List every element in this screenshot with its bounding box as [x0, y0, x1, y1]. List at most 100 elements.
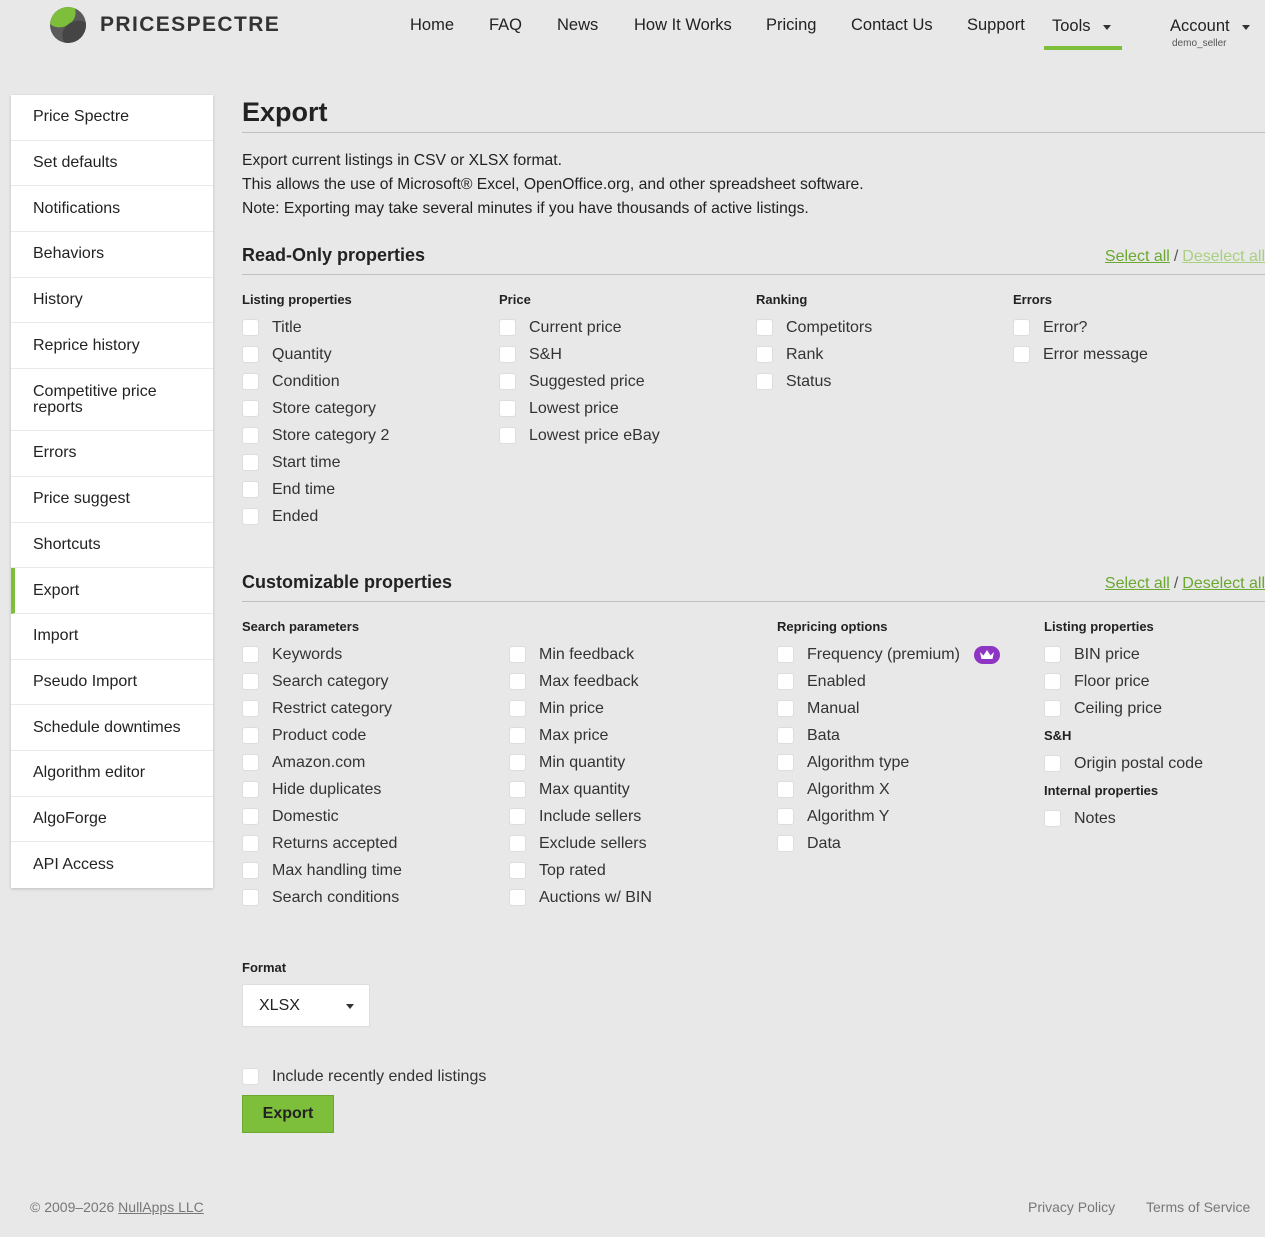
search-checkbox-max-handling-time[interactable]: Max handling time: [242, 857, 402, 884]
readonly-listing-checkbox-condition[interactable]: Condition: [242, 368, 389, 395]
checkbox[interactable]: [242, 700, 259, 717]
checkbox[interactable]: [242, 1068, 259, 1085]
checkbox[interactable]: [499, 346, 516, 363]
checkbox[interactable]: [777, 727, 794, 744]
sidebar-item-export[interactable]: Export: [11, 568, 213, 614]
repricing-checkbox-frequency-premium[interactable]: Frequency (premium): [777, 641, 1000, 668]
custom-deselect-all-link[interactable]: Deselect all: [1182, 575, 1265, 592]
nav-home[interactable]: Home: [410, 16, 454, 35]
checkbox[interactable]: [499, 319, 516, 336]
custom-listing-checkbox-ceiling-price[interactable]: Ceiling price: [1044, 695, 1203, 722]
sh-checkbox-origin-postal-code[interactable]: Origin postal code: [1044, 750, 1203, 777]
checkbox[interactable]: [509, 781, 526, 798]
sidebar-item-set-defaults[interactable]: Set defaults: [11, 141, 213, 187]
checkbox[interactable]: [242, 646, 259, 663]
checkbox[interactable]: [756, 373, 773, 390]
include-recently-ended-checkbox-row[interactable]: Include recently ended listings: [242, 1063, 486, 1090]
search-checkbox-search-conditions[interactable]: Search conditions: [242, 884, 402, 911]
repricing-checkbox-manual[interactable]: Manual: [777, 695, 1000, 722]
repricing-checkbox-bata[interactable]: Bata: [777, 722, 1000, 749]
custom-listing-checkbox-floor-price[interactable]: Floor price: [1044, 668, 1203, 695]
search-checkbox-min-feedback[interactable]: Min feedback: [509, 641, 652, 668]
checkbox[interactable]: [509, 862, 526, 879]
checkbox[interactable]: [509, 646, 526, 663]
readonly-ranking-checkbox-status[interactable]: Status: [756, 368, 872, 395]
sidebar-item-api-access[interactable]: API Access: [11, 842, 213, 888]
company-link[interactable]: NullApps LLC: [118, 1199, 204, 1215]
search-checkbox-min-quantity[interactable]: Min quantity: [509, 749, 652, 776]
checkbox[interactable]: [777, 646, 794, 663]
nav-support[interactable]: Support: [967, 16, 1025, 35]
internal-checkbox-notes[interactable]: Notes: [1044, 805, 1203, 832]
checkbox[interactable]: [499, 373, 516, 390]
checkbox[interactable]: [1044, 755, 1061, 772]
nav-tools[interactable]: Tools: [1044, 0, 1122, 50]
checkbox[interactable]: [509, 889, 526, 906]
checkbox[interactable]: [242, 454, 259, 471]
checkbox[interactable]: [242, 373, 259, 390]
checkbox[interactable]: [1044, 700, 1061, 717]
sidebar-item-price-spectre[interactable]: Price Spectre: [11, 95, 213, 141]
repricing-checkbox-enabled[interactable]: Enabled: [777, 668, 1000, 695]
readonly-price-checkbox-lowest-price-ebay[interactable]: Lowest price eBay: [499, 422, 660, 449]
search-checkbox-exclude-sellers[interactable]: Exclude sellers: [509, 830, 652, 857]
checkbox[interactable]: [242, 781, 259, 798]
readonly-errors-checkbox-error[interactable]: Error?: [1013, 314, 1148, 341]
checkbox[interactable]: [777, 835, 794, 852]
nav-news[interactable]: News: [557, 16, 598, 35]
readonly-select-all-link[interactable]: Select all: [1105, 248, 1170, 265]
readonly-listing-checkbox-store-category-2[interactable]: Store category 2: [242, 422, 389, 449]
search-checkbox-domestic[interactable]: Domestic: [242, 803, 402, 830]
sidebar-item-history[interactable]: History: [11, 278, 213, 324]
checkbox[interactable]: [509, 835, 526, 852]
readonly-price-checkbox-suggested-price[interactable]: Suggested price: [499, 368, 660, 395]
search-checkbox-auctions-w-bin[interactable]: Auctions w/ BIN: [509, 884, 652, 911]
checkbox[interactable]: [242, 346, 259, 363]
checkbox[interactable]: [242, 508, 259, 525]
sidebar-item-errors[interactable]: Errors: [11, 431, 213, 477]
checkbox[interactable]: [1044, 646, 1061, 663]
checkbox[interactable]: [1013, 346, 1030, 363]
checkbox[interactable]: [242, 481, 259, 498]
readonly-listing-checkbox-store-category[interactable]: Store category: [242, 395, 389, 422]
readonly-ranking-checkbox-rank[interactable]: Rank: [756, 341, 872, 368]
privacy-policy-link[interactable]: Privacy Policy: [1028, 1199, 1115, 1215]
export-button[interactable]: Export: [242, 1095, 334, 1133]
readonly-errors-checkbox-error-message[interactable]: Error message: [1013, 341, 1148, 368]
repricing-checkbox-data[interactable]: Data: [777, 830, 1000, 857]
sidebar-item-price-suggest[interactable]: Price suggest: [11, 477, 213, 523]
checkbox[interactable]: [509, 727, 526, 744]
readonly-listing-checkbox-end-time[interactable]: End time: [242, 476, 389, 503]
checkbox[interactable]: [499, 400, 516, 417]
readonly-listing-checkbox-ended[interactable]: Ended: [242, 503, 389, 530]
brand-logo[interactable]: PRICESPECTRE: [50, 7, 280, 43]
terms-of-service-link[interactable]: Terms of Service: [1146, 1199, 1250, 1215]
sidebar-item-schedule-downtimes[interactable]: Schedule downtimes: [11, 705, 213, 751]
readonly-listing-checkbox-start-time[interactable]: Start time: [242, 449, 389, 476]
checkbox[interactable]: [1044, 810, 1061, 827]
sidebar-item-competitive-price-reports[interactable]: Competitive price reports: [11, 369, 213, 432]
checkbox[interactable]: [777, 700, 794, 717]
checkbox[interactable]: [1013, 319, 1030, 336]
checkbox[interactable]: [242, 727, 259, 744]
checkbox[interactable]: [242, 835, 259, 852]
checkbox[interactable]: [499, 427, 516, 444]
checkbox[interactable]: [242, 673, 259, 690]
search-checkbox-restrict-category[interactable]: Restrict category: [242, 695, 402, 722]
readonly-listing-checkbox-title[interactable]: Title: [242, 314, 389, 341]
checkbox[interactable]: [509, 673, 526, 690]
sidebar-item-algoforge[interactable]: AlgoForge: [11, 797, 213, 843]
search-checkbox-max-feedback[interactable]: Max feedback: [509, 668, 652, 695]
checkbox[interactable]: [242, 754, 259, 771]
search-checkbox-min-price[interactable]: Min price: [509, 695, 652, 722]
checkbox[interactable]: [756, 319, 773, 336]
sidebar-item-reprice-history[interactable]: Reprice history: [11, 323, 213, 370]
custom-listing-checkbox-bin-price[interactable]: BIN price: [1044, 641, 1203, 668]
search-checkbox-product-code[interactable]: Product code: [242, 722, 402, 749]
nav-how-it-works[interactable]: How It Works: [634, 16, 732, 35]
repricing-checkbox-algorithm-x[interactable]: Algorithm X: [777, 776, 1000, 803]
sidebar-item-algorithm-editor[interactable]: Algorithm editor: [11, 751, 213, 797]
sidebar-item-pseudo-import[interactable]: Pseudo Import: [11, 660, 213, 706]
custom-select-all-link[interactable]: Select all: [1105, 575, 1170, 592]
search-checkbox-amazon-com[interactable]: Amazon.com: [242, 749, 402, 776]
